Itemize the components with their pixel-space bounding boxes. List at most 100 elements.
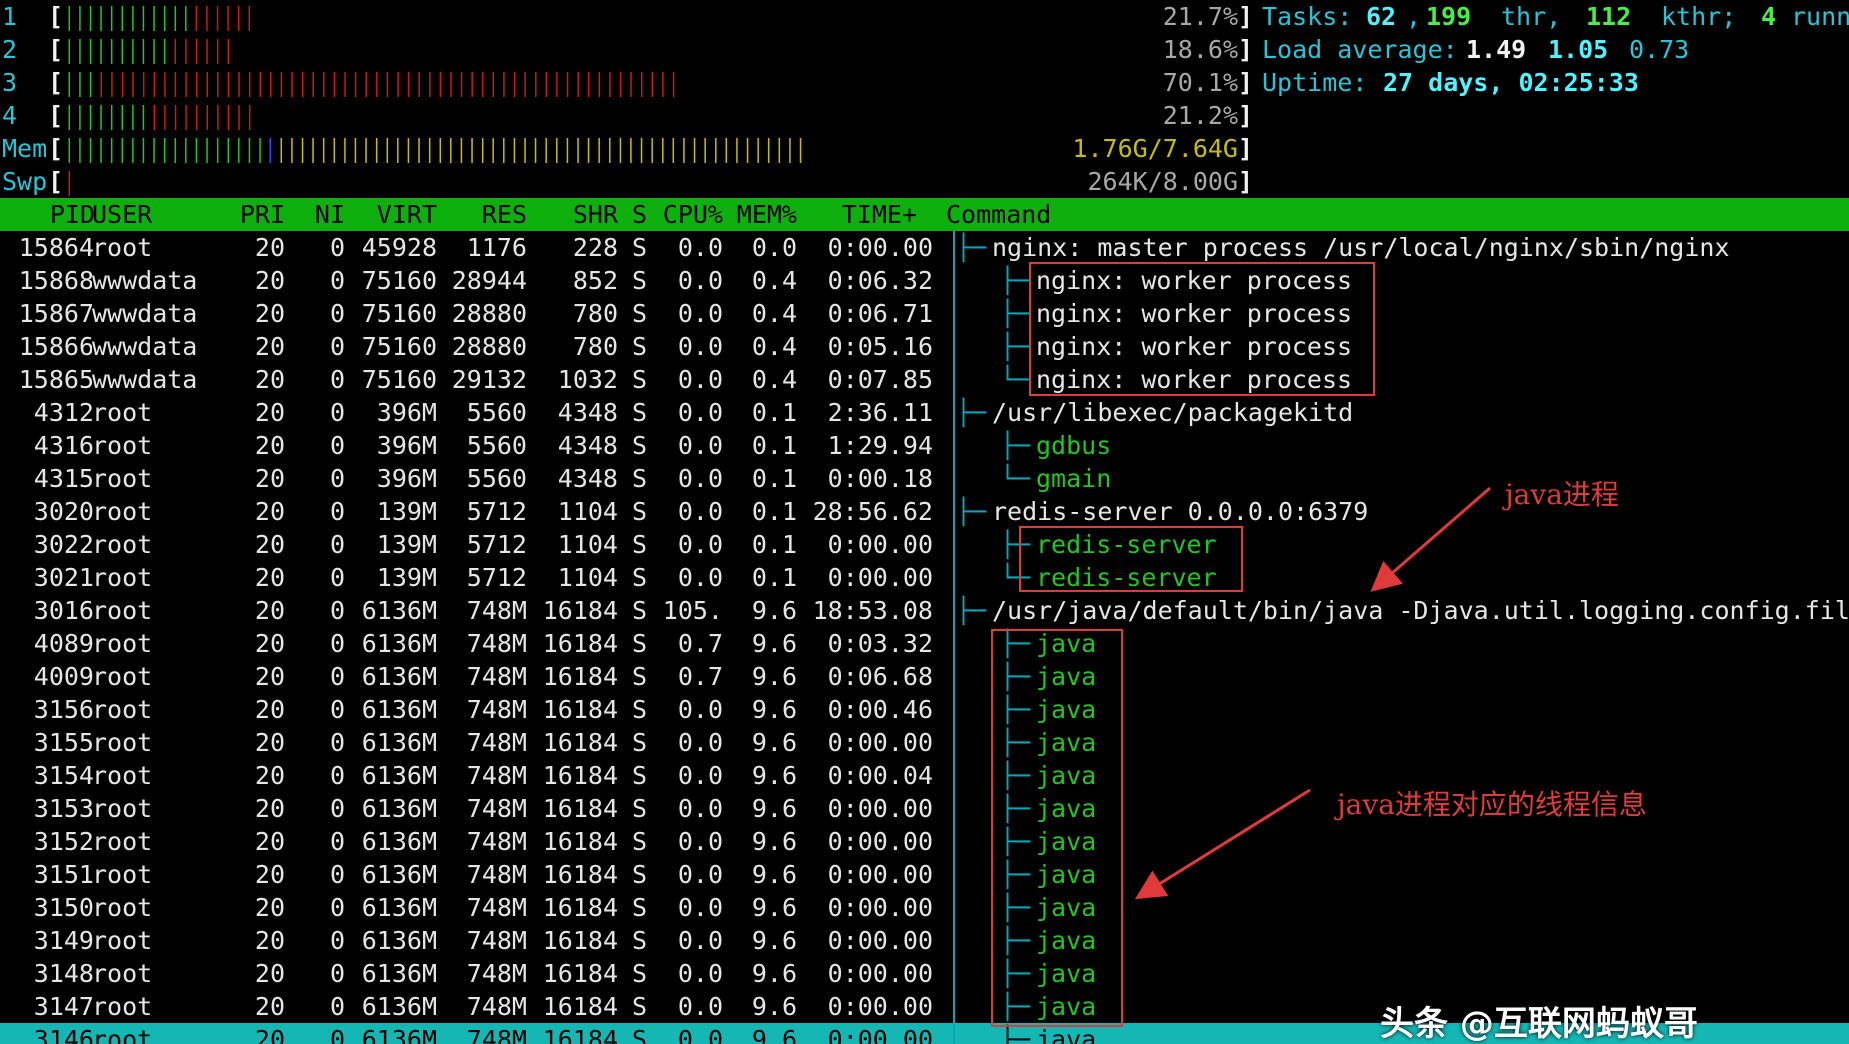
cpu-user-bars: |||||||||||| [64, 2, 192, 31]
process-row[interactable]: 15866 wwwdata 20 0 75160 28880 780 S 0.0 0.4 0:05.… [0, 330, 1849, 363]
time-cell: 0:00.00 [827, 827, 933, 856]
cpu-percent: 21.7% [1162, 2, 1238, 31]
process-row[interactable]: 3021 root 20 0 139M 5712 1104 S 0.0 0.1 0:00.00 └─ r… [0, 561, 1849, 594]
pid-cell: 3153 [33, 794, 94, 823]
time-cell: 0:00.00 [827, 992, 933, 1021]
mem-buffers-bars: | [265, 134, 276, 163]
process-row[interactable]: 4089 root 20 0 6136M 748M 16184 S 0.7 9.6 0:03.32 ├… [0, 627, 1849, 660]
time-cell: 0:00.00 [827, 893, 933, 922]
pid-cell: 15865 [18, 365, 94, 394]
pid-cell: 3146 [33, 1025, 94, 1044]
time-cell: 0:00.00 [827, 926, 933, 955]
pid-cell: 4315 [33, 464, 94, 493]
swp-value: 264K/8.00G [1087, 167, 1238, 196]
process-row[interactable]: 15865 wwwdata 20 0 75160 29132 1032 S 0.0 0.4 0:07… [0, 363, 1849, 396]
meter-close-bracket: ] [1238, 35, 1254, 64]
command-cell: nginx: master process /usr/local/nginx/s… [992, 233, 1730, 262]
pid-cell: 3151 [33, 860, 94, 889]
process-row[interactable]: 15867 wwwdata 20 0 75160 28880 780 S 0.0 0.4 0:06.… [0, 297, 1849, 330]
process-row[interactable]: 3151 root 20 0 6136M 748M 16184 S 0.0 9.6 0:00.00 ├… [0, 858, 1849, 891]
time-cell: 0:00.00 [827, 860, 933, 889]
mem-used-bars: ||||||||||||||||||| [64, 134, 266, 163]
pid-cell: 3150 [33, 893, 94, 922]
meter-close-bracket: ] [1238, 68, 1254, 97]
pid-cell: 4089 [33, 629, 94, 658]
mem-label: Mem [2, 134, 48, 163]
nginx-workers-highlight-box [1029, 262, 1375, 396]
meter-close-bracket: ] [1238, 134, 1254, 163]
pid-cell: 3147 [33, 992, 94, 1021]
pid-cell: 15866 [18, 332, 94, 361]
process-row[interactable]: 3150 root 20 0 6136M 748M 16184 S 0.0 9.6 0:00.00 ├… [0, 891, 1849, 924]
pid-cell: 3154 [33, 761, 94, 790]
time-cell: 0:00.00 [827, 794, 933, 823]
pid-cell: 3020 [33, 497, 94, 526]
cpu-label: 2 [2, 35, 18, 64]
tree-branch: ├─ [956, 596, 987, 625]
process-row[interactable]: 4312 root 20 0 396M 5560 4348 S 0.0 0.1 2:36.11 ├─ /… [0, 396, 1849, 429]
pid-cell: 3149 [33, 926, 94, 955]
cpu-percent: 70.1% [1162, 68, 1238, 97]
column-header-pid[interactable]: PID [0, 198, 95, 231]
swp-used-bars: | [64, 167, 75, 196]
process-row[interactable]: 3155 root 20 0 6136M 748M 16184 S 0.0 9.6 0:00.00 ├… [0, 726, 1849, 759]
time-cell: 0:00.00 [827, 563, 933, 592]
tree-branch: ├─ [956, 233, 987, 262]
process-row[interactable]: 3152 root 20 0 6136M 748M 16184 S 0.0 9.6 0:00.00 ├… [0, 825, 1849, 858]
command-cell: /usr/libexec/packagekitd [992, 398, 1354, 427]
process-row[interactable]: 3149 root 20 0 6136M 748M 16184 S 0.0 9.6 0:00.00 ├… [0, 924, 1849, 957]
pid-cell: 4009 [33, 662, 94, 691]
pid-cell: 4316 [33, 431, 94, 460]
watermark: 头条 @互联网蚂蚁哥 [1380, 1004, 1698, 1044]
time-cell: 0:00.46 [827, 695, 933, 724]
cpu-user-bars: |||||||||| [64, 35, 170, 64]
tree-branch: └─ [1000, 365, 1031, 394]
process-row[interactable]: 4316 root 20 0 396M 5560 4348 S 0.0 0.1 1:29.94 ├─ g… [0, 429, 1849, 462]
cpu-meter-4: 4[|||||||| |||||||||| 21.2%] [0, 99, 1849, 132]
tree-branch: ├─ [956, 398, 987, 427]
java-threads-highlight-box [991, 629, 1123, 1027]
cpu-label: 3 [2, 68, 18, 97]
meter-open-bracket: [ [48, 101, 64, 130]
mem-value: 1.76G/7.64G [1072, 134, 1238, 163]
annotation-java-threads: java进程对应的线程信息 [1337, 788, 1647, 821]
annotation-java-process: java进程 [1505, 478, 1619, 511]
htop-terminal[interactable]: Tasks: 62 , 199 thr, 112 kthr; 4 running… [0, 0, 1849, 1044]
tree-branch: ├─ [1000, 299, 1031, 328]
time-cell: 0:06.68 [827, 662, 933, 691]
tree-branch: ├─ [1000, 266, 1031, 295]
column-header-time[interactable]: TIME+ [717, 198, 917, 231]
cpu-label: 4 [2, 101, 18, 130]
process-row[interactable]: 15868 wwwdata 20 0 75160 28944 852 S 0.0 0.4 0:06.… [0, 264, 1849, 297]
time-cell: 0:00.18 [827, 464, 933, 493]
mem-cache-bars: ||||||||||||||||||||||||||||||||||||||||… [276, 134, 806, 163]
cpu-system-bars: |||||| [170, 35, 234, 64]
tree-separator-line [953, 231, 955, 1044]
time-cell: 0:00.00 [827, 1025, 933, 1044]
time-cell: 2:36.11 [827, 398, 933, 427]
process-row[interactable]: 4009 root 20 0 6136M 748M 16184 S 0.7 9.6 0:06.68 ├… [0, 660, 1849, 693]
command-cell: /usr/java/default/bin/java -Djava.util.l… [992, 596, 1849, 625]
command-cell: redis-server 0.0.0.0:6379 [992, 497, 1369, 526]
cpu-system-bars: |||||||||| [148, 101, 255, 130]
time-cell: 18:53.08 [812, 596, 933, 625]
process-row[interactable]: 15864 root 20 0 45928 1176 228 S 0.0 0.0 0:00.00 ├─… [0, 231, 1849, 264]
process-row[interactable]: 3022 root 20 0 139M 5712 1104 S 0.0 0.1 0:00.00 ├─ r… [0, 528, 1849, 561]
time-cell: 1:29.94 [827, 431, 933, 460]
column-header-command[interactable]: Command [946, 198, 1051, 231]
pid-cell: 15864 [18, 233, 94, 262]
meter-open-bracket: [ [48, 167, 64, 196]
pid-cell: 3155 [33, 728, 94, 757]
process-row[interactable]: 3148 root 20 0 6136M 748M 16184 S 0.0 9.6 0:00.00 ├… [0, 957, 1849, 990]
pid-cell: 3156 [33, 695, 94, 724]
process-row[interactable]: 3016 root 20 0 6136M 748M 16184 S 105. 9.6 18:53.0… [0, 594, 1849, 627]
memory-meter: Mem[||||||||||||||||||| | ||||||||||||||||… [0, 132, 1849, 165]
tree-branch: └─ [1000, 464, 1031, 493]
process-row[interactable]: 3156 root 20 0 6136M 748M 16184 S 0.0 9.6 0:00.46 ├… [0, 693, 1849, 726]
time-cell: 0:00.00 [827, 728, 933, 757]
time-cell: 0:05.16 [827, 332, 933, 361]
time-cell: 0:00.00 [827, 233, 933, 262]
command-cell: gdbus [1036, 431, 1112, 460]
meter-open-bracket: [ [48, 2, 64, 31]
swp-label: Swp [2, 167, 48, 196]
